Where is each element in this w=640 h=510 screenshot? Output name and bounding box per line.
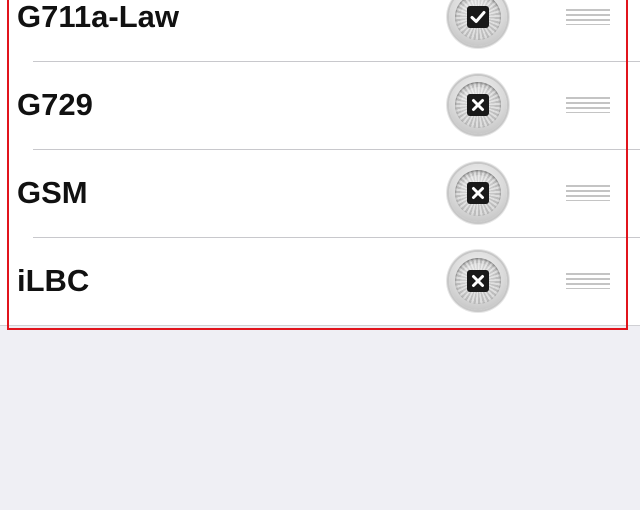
row-divider [33,237,640,238]
reorder-handle-icon[interactable] [566,273,610,289]
codec-row-g711a-law[interactable]: G711a-Law [0,0,640,61]
codec-row-g729[interactable]: G729 [0,61,640,149]
codec-list: G711a-Law G729 GSM iLBC [0,0,640,326]
codec-name: iLBC [17,263,90,298]
codec-row-ilbc[interactable]: iLBC [0,237,640,325]
codec-toggle-button[interactable] [449,252,507,310]
check-icon [467,6,489,28]
codec-name: G711a-Law [17,0,179,34]
x-icon [467,270,489,292]
codec-name: G729 [17,87,93,122]
codec-toggle-button[interactable] [449,76,507,134]
row-divider [33,149,640,150]
reorder-handle-icon[interactable] [566,9,610,25]
codec-name: GSM [17,175,88,210]
codec-row-gsm[interactable]: GSM [0,149,640,237]
row-divider [33,61,640,62]
codec-toggle-button[interactable] [449,164,507,222]
reorder-handle-icon[interactable] [566,185,610,201]
x-icon [467,182,489,204]
reorder-handle-icon[interactable] [566,97,610,113]
x-icon [467,94,489,116]
codec-toggle-button[interactable] [449,0,507,46]
